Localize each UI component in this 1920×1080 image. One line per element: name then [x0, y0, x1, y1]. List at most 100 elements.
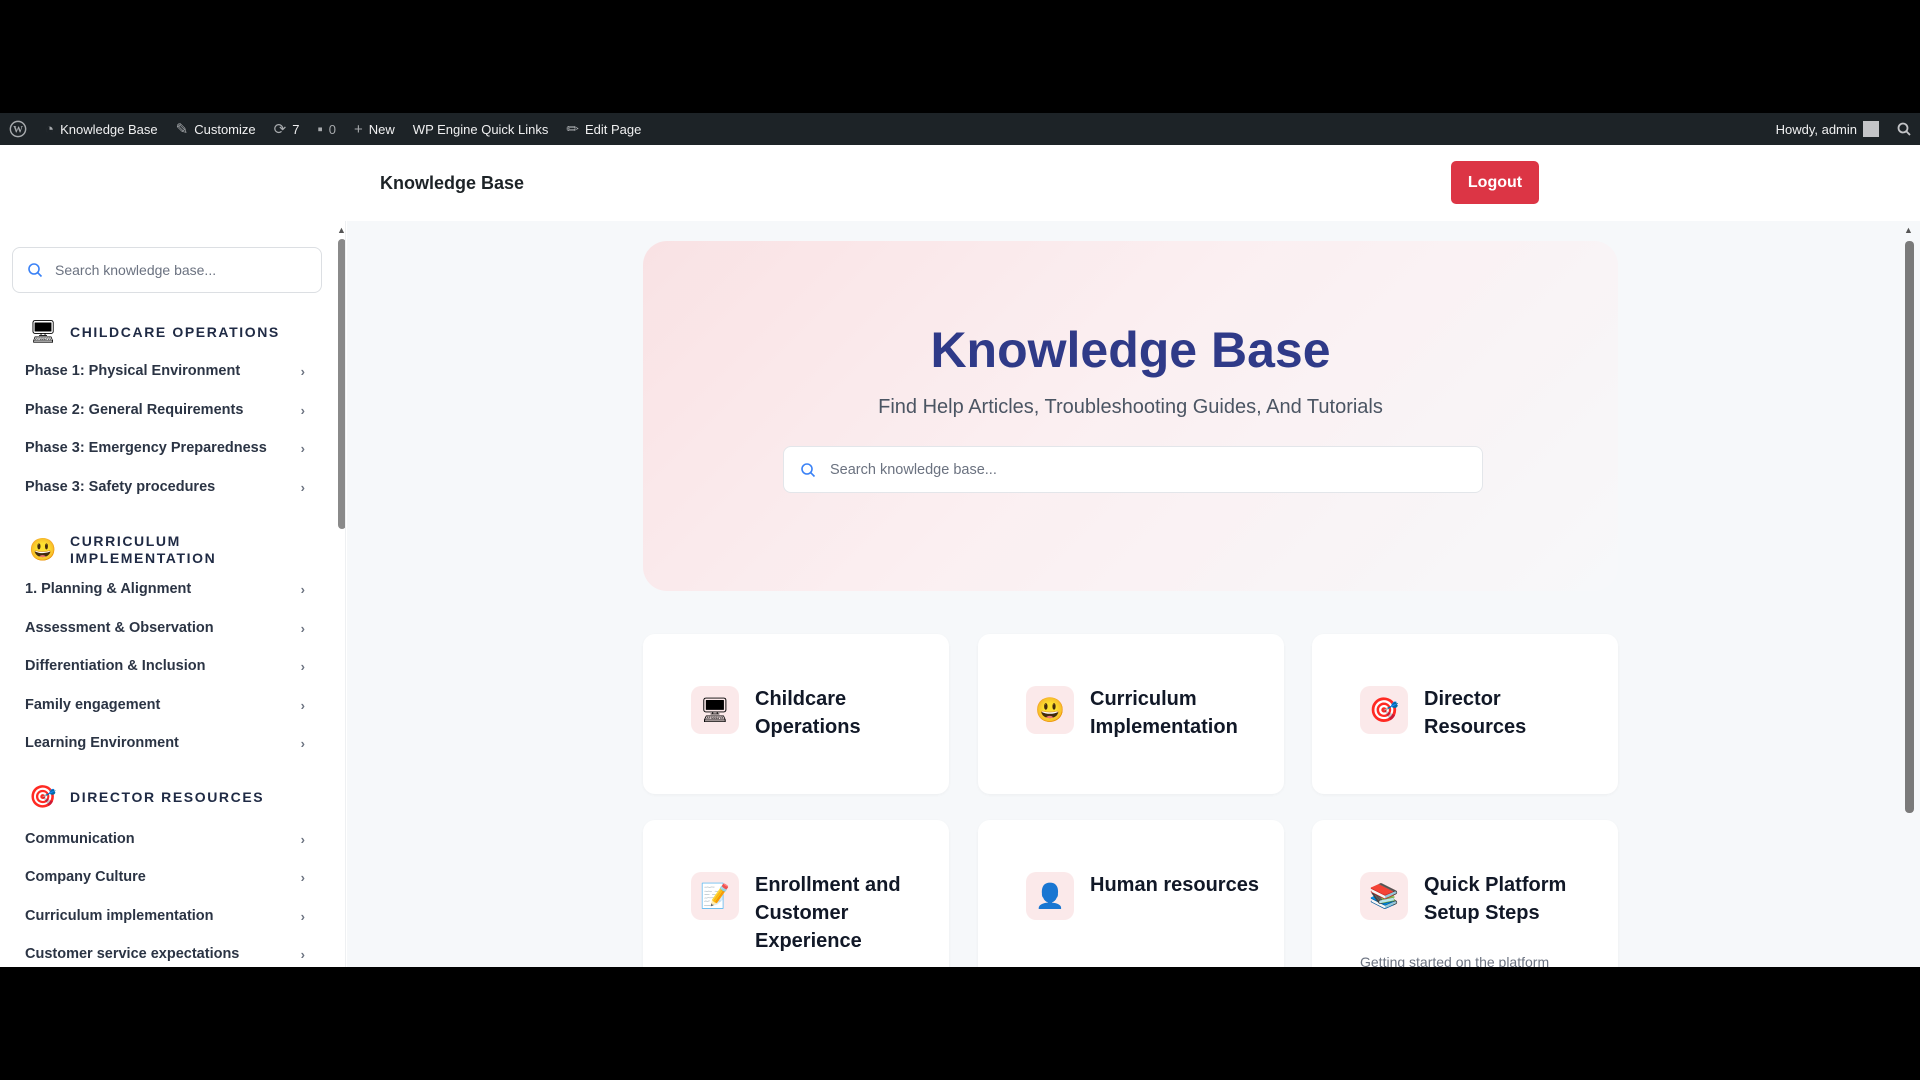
- main-scroll-up-arrow[interactable]: ▲: [1904, 225, 1913, 235]
- hero-search-placeholder: Search knowledge base...: [830, 461, 997, 478]
- site-name-label: Knowledge Base: [60, 121, 158, 137]
- admin-search-button[interactable]: [1888, 113, 1920, 145]
- pencil-icon: ✏: [566, 120, 579, 138]
- new-label: New: [368, 121, 395, 137]
- card-description: Getting started on the platform: [1360, 954, 1550, 967]
- category-card-curriculum-implementation[interactable]: 😃 Curriculum Implementation: [978, 634, 1284, 794]
- card-title: Enrollment and Customer Experience: [755, 874, 901, 952]
- computer-icon: 🖥: [691, 686, 739, 734]
- sidebar-item-label: Family engagement: [25, 697, 161, 713]
- account-menu[interactable]: Howdy, admin: [1767, 113, 1888, 145]
- sidebar-search-placeholder: Search knowledge base...: [55, 262, 217, 278]
- plus-icon: +: [354, 120, 363, 138]
- sidebar-item-label: Communication: [25, 831, 135, 847]
- comments-link[interactable]: ▪ 0: [308, 113, 345, 145]
- card-title: Quick Platform Setup Steps: [1424, 874, 1567, 924]
- logout-button[interactable]: Logout: [1451, 161, 1539, 204]
- sidebar-category-curriculum-implementation[interactable]: 😃 CURRICULUM IMPLEMENTATION: [28, 533, 240, 567]
- hero-search-input[interactable]: Search knowledge base...: [783, 446, 1483, 493]
- category-card-childcare-operations[interactable]: 🖥 Childcare Operations: [643, 634, 949, 794]
- chevron-right-icon: ›: [300, 697, 305, 713]
- sidebar-item[interactable]: Communication ›: [25, 831, 305, 847]
- customize-label: Customize: [194, 121, 256, 137]
- sidebar-scroll-up-arrow[interactable]: ▲: [337, 225, 345, 235]
- chevron-right-icon: ›: [300, 869, 305, 885]
- sidebar-item[interactable]: Phase 1: Physical Environment ›: [25, 363, 305, 379]
- customize-link[interactable]: ✎ Customize: [167, 113, 265, 145]
- category-card-quick-platform-setup[interactable]: 📚 Quick Platform Setup Steps Getting sta…: [1312, 820, 1618, 967]
- sidebar-item-label: Differentiation & Inclusion: [25, 658, 206, 674]
- chevron-right-icon: ›: [300, 831, 305, 847]
- sidebar-item-label: Assessment & Observation: [25, 620, 214, 636]
- card-title: Curriculum Implementation: [1090, 688, 1238, 738]
- person-icon: 👤: [1026, 872, 1074, 920]
- edit-page-link[interactable]: ✏ Edit Page: [557, 113, 650, 145]
- chevron-right-icon: ›: [300, 735, 305, 751]
- chevron-right-icon: ›: [300, 620, 305, 636]
- smiley-icon: 😃: [29, 537, 57, 562]
- sidebar-item-label: Customer service expectations: [25, 946, 240, 962]
- quick-links-link[interactable]: WP Engine Quick Links: [404, 113, 558, 145]
- comment-icon: ▪: [317, 120, 323, 138]
- site-header: Knowledge Base Logout: [0, 145, 1920, 221]
- hero-title: Knowledge Base: [930, 322, 1331, 378]
- category-card-director-resources[interactable]: 🎯 Director Resources: [1312, 634, 1618, 794]
- card-title: Director Resources: [1424, 688, 1527, 738]
- avatar: [1863, 121, 1879, 137]
- target-icon: 🎯: [1360, 686, 1408, 734]
- sidebar-item-label: Phase 1: Physical Environment: [25, 363, 241, 379]
- sidebar-item[interactable]: Customer service expectations ›: [25, 946, 305, 962]
- sidebar: ▲ Search knowledge base... 🖥 CHILDCARE O…: [0, 221, 346, 967]
- computer-icon: 🖥: [29, 319, 57, 344]
- wordpress-logo-button[interactable]: W: [0, 113, 36, 145]
- sidebar-item[interactable]: Learning Environment ›: [25, 735, 305, 751]
- main-scrollbar[interactable]: [1905, 241, 1914, 813]
- chevron-right-icon: ›: [300, 658, 305, 674]
- search-icon: [1897, 122, 1911, 136]
- search-icon: [800, 462, 816, 478]
- browser-viewport: W ◔ Knowledge Base ✎ Customize ⟳ 7 ▪ 0 +…: [0, 113, 1920, 967]
- brush-icon: ✎: [175, 120, 189, 138]
- sidebar-scrollbar[interactable]: [338, 239, 345, 529]
- sidebar-item-label: Curriculum implementation: [25, 908, 214, 924]
- sidebar-item-label: 1. Planning & Alignment: [25, 581, 192, 597]
- sidebar-search-input[interactable]: Search knowledge base...: [12, 247, 322, 293]
- category-label: CURRICULUM IMPLEMENTATION: [70, 533, 217, 566]
- site-name-link[interactable]: ◔ Knowledge Base: [36, 113, 167, 145]
- hero-banner: Knowledge Base Find Help Articles, Troub…: [643, 241, 1618, 591]
- sidebar-item[interactable]: Curriculum implementation ›: [25, 908, 305, 924]
- target-icon: 🎯: [29, 784, 57, 809]
- updates-icon: ⟳: [273, 120, 287, 138]
- edit-page-label: Edit Page: [584, 121, 642, 137]
- wp-admin-bar: W ◔ Knowledge Base ✎ Customize ⟳ 7 ▪ 0 +…: [0, 113, 1920, 145]
- dashboard-icon: ◔: [45, 120, 55, 138]
- main-content: ▲ Knowledge Base Find Help Articles, Tro…: [347, 221, 1920, 967]
- sidebar-item-label: Learning Environment: [25, 735, 179, 751]
- category-card-enrollment[interactable]: 📝 Enrollment and Customer Experience: [643, 820, 949, 967]
- chevron-right-icon: ›: [300, 363, 305, 379]
- books-icon: 📚: [1360, 872, 1408, 920]
- category-card-human-resources[interactable]: 👤 Human resources: [978, 820, 1284, 967]
- sidebar-item[interactable]: Phase 3: Safety procedures ›: [25, 479, 305, 495]
- sidebar-item[interactable]: Company Culture ›: [25, 869, 305, 885]
- hero-subtitle: Find Help Articles, Troubleshooting Guid…: [878, 396, 1383, 418]
- sidebar-item[interactable]: Family engagement ›: [25, 697, 305, 713]
- new-content-link[interactable]: + New: [345, 113, 404, 145]
- sidebar-item-label: Company Culture: [25, 869, 146, 885]
- chevron-right-icon: ›: [300, 440, 305, 456]
- chevron-right-icon: ›: [300, 908, 305, 924]
- smiley-icon: 😃: [1026, 686, 1074, 734]
- updates-link[interactable]: ⟳ 7: [265, 113, 309, 145]
- card-title: Childcare Operations: [755, 688, 861, 738]
- sidebar-item[interactable]: Phase 2: General Requirements ›: [25, 402, 305, 418]
- updates-count: 7: [292, 121, 300, 137]
- sidebar-category-director-resources[interactable]: 🎯 DIRECTOR RESOURCES: [28, 784, 264, 810]
- chevron-right-icon: ›: [300, 946, 305, 962]
- sidebar-category-childcare-operations[interactable]: 🖥 CHILDCARE OPERATIONS: [28, 319, 280, 345]
- sidebar-item[interactable]: Phase 3: Emergency Preparedness ›: [25, 440, 305, 456]
- memo-icon: 📝: [691, 872, 739, 920]
- sidebar-item[interactable]: 1. Planning & Alignment ›: [25, 581, 305, 597]
- sidebar-item[interactable]: Differentiation & Inclusion ›: [25, 658, 305, 674]
- site-title[interactable]: Knowledge Base: [380, 173, 524, 194]
- sidebar-item[interactable]: Assessment & Observation ›: [25, 620, 305, 636]
